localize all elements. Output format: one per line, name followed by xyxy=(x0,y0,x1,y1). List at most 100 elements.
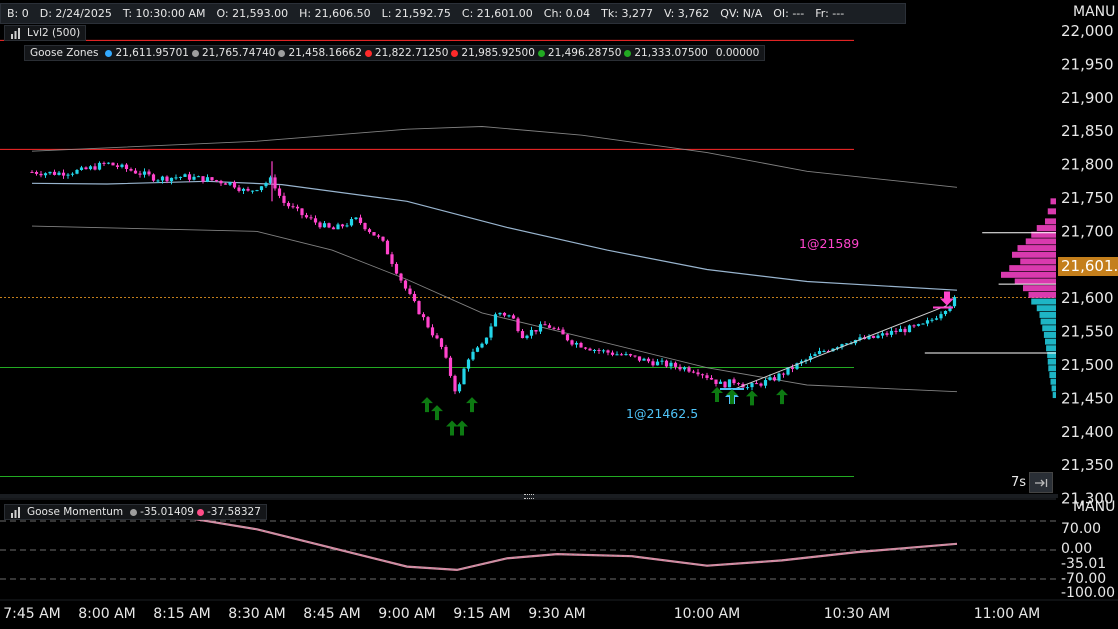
scroll-right-icon xyxy=(1035,478,1048,487)
candle-down xyxy=(547,325,552,328)
candle-down xyxy=(556,328,561,330)
candle-up xyxy=(777,373,781,381)
header-time: T: 10:30:00 AM xyxy=(122,7,206,20)
candle-up xyxy=(624,354,628,356)
volume-profile-bar xyxy=(1020,258,1056,265)
candle-up xyxy=(484,337,489,344)
candle-down xyxy=(39,173,43,176)
volume-profile-bar xyxy=(1028,291,1056,298)
zone-dot-6 xyxy=(624,49,632,57)
candle-down xyxy=(84,167,88,170)
lvl2-indicator-label[interactable]: Lvl2 (500) xyxy=(4,25,87,41)
candle-up xyxy=(817,351,822,355)
candle-down xyxy=(435,335,439,339)
zone-dot-3 xyxy=(364,49,372,57)
candle-down xyxy=(687,367,691,372)
candle-down xyxy=(372,232,376,236)
candle-down xyxy=(520,331,525,339)
volume-profile-bar xyxy=(1040,318,1056,325)
candle-up xyxy=(192,176,196,180)
x-tick-label: 11:00 AM xyxy=(974,606,1040,622)
volume-profile-bar xyxy=(1001,271,1056,278)
candle-down xyxy=(439,338,444,347)
header-date: D: 2/24/2025 xyxy=(39,7,112,20)
volume-profile-bar xyxy=(1051,385,1056,392)
volume-profile-bar xyxy=(1047,208,1056,215)
chart-canvas: 22,000 21,950 21,900 21,850 21,800 21,750 21,7… xyxy=(0,22,1118,622)
candle-up xyxy=(574,342,579,345)
candle-up xyxy=(255,190,259,192)
candle-up xyxy=(943,310,948,315)
candle-up xyxy=(228,182,232,185)
candle-down xyxy=(732,379,736,384)
candle-down xyxy=(552,327,556,329)
candle-down xyxy=(300,208,304,216)
header-volume: V: 3,762 xyxy=(663,7,710,20)
candle-down xyxy=(417,301,421,315)
candle-up xyxy=(916,324,921,326)
current-price-value: 21,601.0 xyxy=(1061,257,1118,275)
candle-up xyxy=(921,323,925,325)
header-low: L: 21,592.75 xyxy=(381,7,451,20)
candle-down xyxy=(579,342,583,348)
y-tick-label: 21,550 xyxy=(1061,323,1114,341)
candle-down xyxy=(358,217,363,224)
volume-profile-bar xyxy=(1045,218,1056,225)
candle-down xyxy=(408,288,412,294)
candle-down xyxy=(129,169,133,171)
buy-trade-label: 1@21462.5 xyxy=(626,406,699,421)
candle-up xyxy=(66,174,70,176)
candle-down xyxy=(619,354,624,356)
zone-value-7: 0.00000 xyxy=(715,47,760,59)
scroll-to-latest-button[interactable] xyxy=(1029,472,1053,493)
volume-profile-bar xyxy=(1046,345,1056,352)
candle-up xyxy=(241,188,246,191)
candle-up xyxy=(507,315,511,317)
candle-down xyxy=(871,335,876,338)
volume-profile-bar xyxy=(1023,285,1056,292)
candle-down xyxy=(714,379,718,384)
goose-zones-indicator-label[interactable]: Goose Zones 21,611.95701 21,765.74740 21… xyxy=(24,45,766,61)
zone-dot-5 xyxy=(537,49,545,57)
candle-down xyxy=(709,377,714,380)
candle-down xyxy=(543,324,547,326)
candle-down xyxy=(223,183,228,185)
header-open: O: 21,593.00 xyxy=(216,7,289,20)
candle-up xyxy=(880,333,885,336)
header-high: H: 21,606.50 xyxy=(299,7,371,20)
candle-down xyxy=(277,188,282,196)
candle-up xyxy=(907,325,912,333)
signal-up-arrow-icon xyxy=(776,389,788,405)
sell-marker-icon xyxy=(940,291,954,306)
candle-down xyxy=(759,383,763,386)
candle-down xyxy=(115,165,120,167)
y-tick-label: 21,750 xyxy=(1061,189,1114,207)
candle-up xyxy=(876,335,880,338)
candle-up xyxy=(183,174,187,177)
volume-profile-bar xyxy=(1009,265,1056,272)
goose-zones-label-text: Goose Zones xyxy=(30,47,99,59)
signal-up-arrow-icon xyxy=(446,420,458,436)
panel-resize-handle[interactable] xyxy=(0,494,1058,499)
candle-up xyxy=(471,351,475,360)
candle-down xyxy=(201,176,205,182)
candle-up xyxy=(475,347,480,352)
volume-profile-bar xyxy=(1017,245,1056,252)
candle-up xyxy=(97,162,102,170)
candle-down xyxy=(583,347,588,349)
resize-grip-icon xyxy=(524,494,534,499)
candle-down xyxy=(363,223,367,230)
volume-profile-bar xyxy=(1047,358,1056,365)
header-quote-volume: QV: N/A xyxy=(720,7,763,20)
candle-down xyxy=(894,330,898,332)
timeframe-label: 7s xyxy=(1011,475,1027,490)
goose-momentum-indicator-label[interactable]: Goose Momentum -35.01409 -37.58327 xyxy=(4,504,267,520)
candle-up xyxy=(466,359,471,369)
candle-down xyxy=(147,171,151,175)
candle-up xyxy=(178,176,183,178)
momentum-scale-label: MANU xyxy=(1073,499,1116,515)
candle-down xyxy=(331,227,336,230)
momentum-label-text: Goose Momentum xyxy=(27,506,124,518)
candle-down xyxy=(511,315,516,319)
candle-down xyxy=(187,174,192,180)
